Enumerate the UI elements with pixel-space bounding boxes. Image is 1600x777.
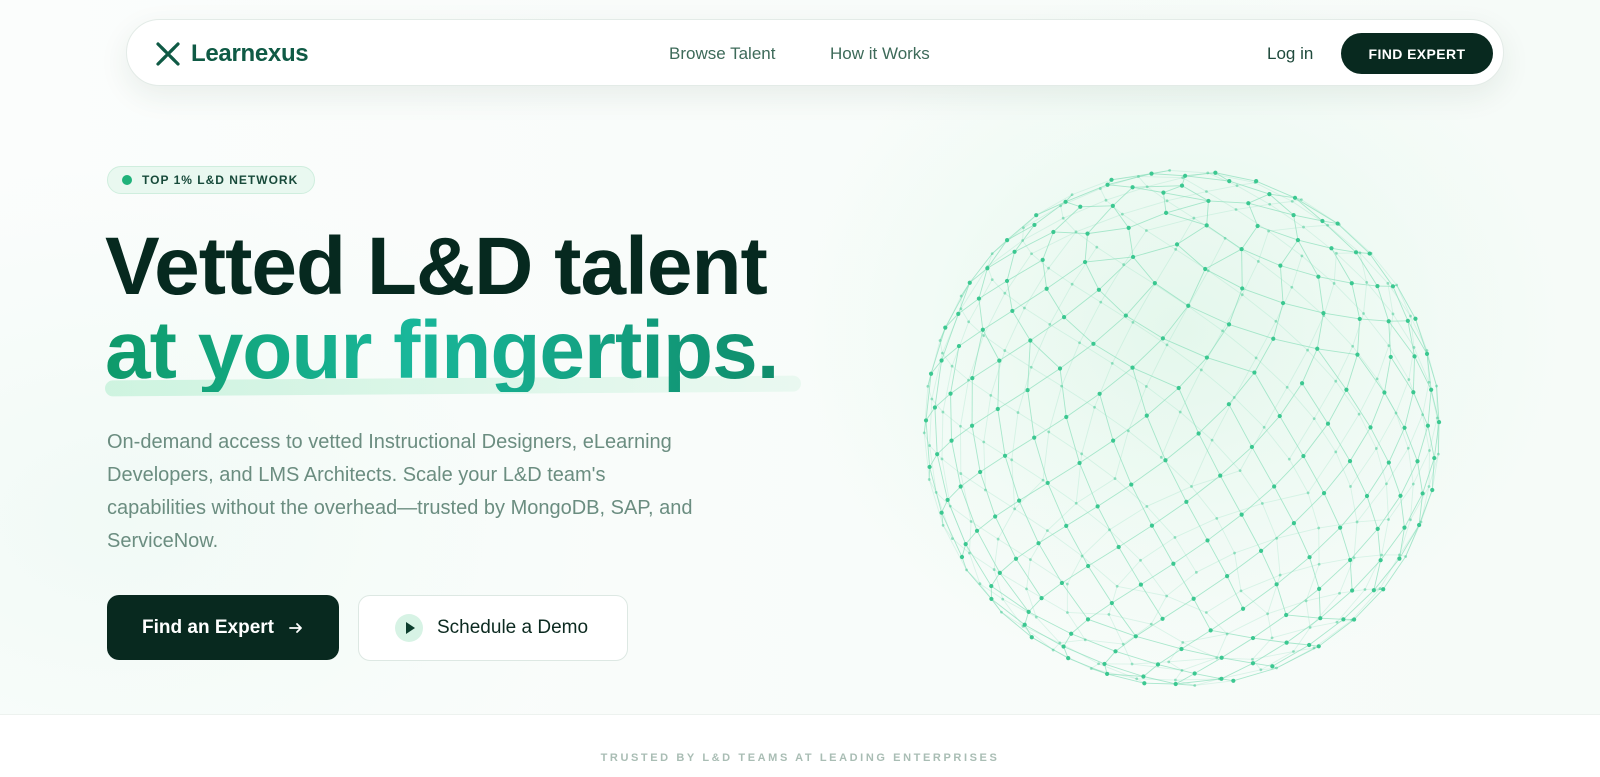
network-globe-illustration xyxy=(922,168,1442,687)
find-expert-nav-button[interactable]: FIND EXPERT xyxy=(1341,33,1493,74)
hero-headline-line2-wrap: at your fingertips. xyxy=(104,305,802,397)
brand-logo[interactable]: Learnexus xyxy=(153,38,309,70)
schedule-demo-label: Schedule a Demo xyxy=(437,617,589,638)
play-icon xyxy=(395,614,423,642)
status-dot-icon xyxy=(122,175,132,185)
find-an-expert-label: Find an Expert xyxy=(142,616,274,638)
find-an-expert-button[interactable]: Find an Expert xyxy=(107,595,339,660)
brand-name: Learnexus xyxy=(191,40,309,67)
hero-headline-line2: at your fingertips. xyxy=(105,305,780,396)
hero-description: On-demand access to vetted Instructional… xyxy=(107,431,693,552)
nav-link-how-it-works[interactable]: How it Works xyxy=(830,44,930,64)
hero-headline-line1: Vetted L&D talent xyxy=(105,221,768,312)
arrow-right-icon xyxy=(289,622,302,633)
trusted-by-section xyxy=(0,714,1600,777)
badge-label: TOP 1% L&D NETWORK xyxy=(142,173,299,187)
x-mark-logo-icon xyxy=(156,42,180,66)
login-link[interactable]: Log in xyxy=(1267,44,1313,64)
top-navbar: Learnexus Browse Talent How it Works Log… xyxy=(126,19,1504,86)
network-badge: TOP 1% L&D NETWORK xyxy=(107,166,316,194)
trusted-by-label: TRUSTED BY L&D TEAMS AT LEADING ENTERPRI… xyxy=(600,752,1000,764)
nav-link-browse-talent[interactable]: Browse Talent xyxy=(669,44,775,64)
schedule-demo-button[interactable]: Schedule a Demo xyxy=(358,595,628,661)
